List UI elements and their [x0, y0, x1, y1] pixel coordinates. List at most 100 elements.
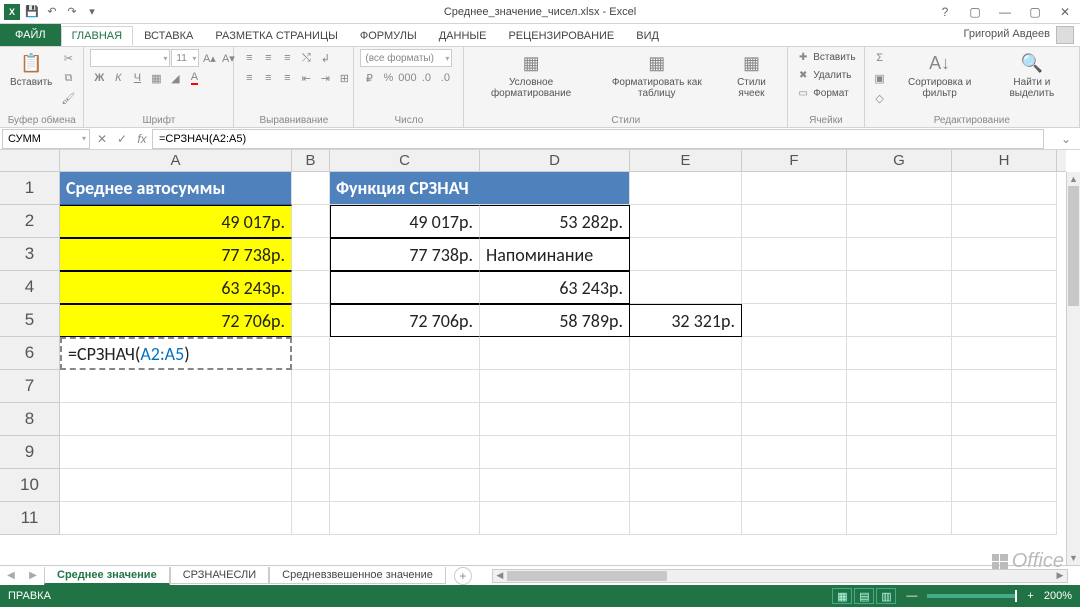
minimize-icon[interactable]: — — [994, 3, 1016, 21]
increase-font-icon[interactable]: A▴ — [200, 49, 218, 67]
cell-H7[interactable] — [952, 370, 1057, 403]
cell-F11[interactable] — [742, 502, 847, 535]
tab-view[interactable]: ВИД — [625, 26, 670, 46]
close-icon[interactable]: ✕ — [1054, 3, 1076, 21]
cell-c3[interactable]: 77 738р. — [330, 238, 480, 271]
cell-g4[interactable] — [847, 271, 952, 304]
cell-A9[interactable] — [60, 436, 292, 469]
maximize-icon[interactable]: ▢ — [1024, 3, 1046, 21]
row-header-7[interactable]: 7 — [0, 370, 59, 403]
cell-G7[interactable] — [847, 370, 952, 403]
tab-file[interactable]: ФАЙЛ — [0, 24, 61, 46]
sheet-tab-2[interactable]: СРЗНАЧЕСЛИ — [170, 567, 269, 584]
tab-insert[interactable]: ВСТАВКА — [133, 26, 204, 46]
col-header-G[interactable]: G — [847, 150, 952, 171]
cell-a3[interactable]: 77 738р. — [60, 238, 292, 271]
border-icon[interactable]: ▦ — [147, 69, 165, 87]
cell-B9[interactable] — [292, 436, 330, 469]
conditional-format-button[interactable]: ▦Условное форматирование — [470, 49, 591, 101]
cell-b6[interactable] — [292, 337, 330, 370]
cell-g1[interactable] — [847, 172, 952, 205]
cell-A11[interactable] — [60, 502, 292, 535]
cell-b4[interactable] — [292, 271, 330, 304]
cell-F10[interactable] — [742, 469, 847, 502]
format-cells-button[interactable]: ▭Формат — [794, 85, 857, 101]
cell-C11[interactable] — [330, 502, 480, 535]
paste-button[interactable]: 📋 Вставить — [6, 49, 56, 90]
cell-styles-button[interactable]: ▦Стили ячеек — [722, 49, 781, 101]
zoom-out-icon[interactable]: — — [906, 590, 917, 602]
cell-D8[interactable] — [480, 403, 630, 436]
cell-B11[interactable] — [292, 502, 330, 535]
cell-E8[interactable] — [630, 403, 742, 436]
tab-layout[interactable]: РАЗМЕТКА СТРАНИЦЫ — [204, 26, 348, 46]
cell-D6[interactable] — [480, 337, 630, 370]
increase-decimal-icon[interactable]: .0 — [417, 69, 435, 87]
cell-h1[interactable] — [952, 172, 1057, 205]
cell-b2[interactable] — [292, 205, 330, 238]
cancel-formula-icon[interactable]: ✕ — [92, 129, 112, 149]
percent-icon[interactable]: % — [379, 69, 397, 87]
cell-B7[interactable] — [292, 370, 330, 403]
cell-C7[interactable] — [330, 370, 480, 403]
autosum-icon[interactable]: Σ — [871, 49, 889, 67]
cell-H8[interactable] — [952, 403, 1057, 436]
row-header-6[interactable]: 6 — [0, 337, 59, 370]
currency-icon[interactable]: ₽ — [360, 69, 378, 87]
cell-a1[interactable]: Среднее автосуммы — [60, 172, 292, 205]
sheet-tab-3[interactable]: Средневзвешенное значение — [269, 567, 446, 584]
cell-e3[interactable] — [630, 238, 742, 271]
view-layout-icon[interactable]: ▤ — [854, 588, 874, 604]
cell-f5[interactable] — [742, 304, 847, 337]
row-header-9[interactable]: 9 — [0, 436, 59, 469]
col-header-D[interactable]: D — [480, 150, 630, 171]
cell-f4[interactable] — [742, 271, 847, 304]
sheet-nav-next-icon[interactable]: ▶ — [22, 570, 44, 581]
sheet-tab-1[interactable]: Среднее значение — [44, 567, 170, 585]
font-color-icon[interactable]: A — [185, 69, 203, 87]
name-box[interactable]: СУММ — [2, 129, 90, 149]
cell-E9[interactable] — [630, 436, 742, 469]
copy-icon[interactable]: ⧉ — [59, 69, 77, 87]
zoom-slider[interactable] — [927, 594, 1017, 598]
cell-e1[interactable] — [630, 172, 742, 205]
align-left-icon[interactable]: ≡ — [240, 69, 258, 87]
col-header-C[interactable]: C — [330, 150, 480, 171]
cell-d5[interactable]: 58 789р. — [480, 304, 630, 337]
cell-c5[interactable]: 72 706р. — [330, 304, 480, 337]
cell-h2[interactable] — [952, 205, 1057, 238]
cell-G8[interactable] — [847, 403, 952, 436]
cell-G11[interactable] — [847, 502, 952, 535]
cell-g5[interactable] — [847, 304, 952, 337]
cell-F7[interactable] — [742, 370, 847, 403]
cell-f1[interactable] — [742, 172, 847, 205]
save-icon[interactable]: 💾 — [24, 4, 40, 20]
cell-g2[interactable] — [847, 205, 952, 238]
cell-f3[interactable] — [742, 238, 847, 271]
cell-A8[interactable] — [60, 403, 292, 436]
zoom-level[interactable]: 200% — [1044, 590, 1072, 602]
cell-a4[interactable]: 63 243р. — [60, 271, 292, 304]
cell-a5[interactable]: 72 706р. — [60, 304, 292, 337]
cell-D9[interactable] — [480, 436, 630, 469]
font-size-combo[interactable]: 11 — [171, 49, 199, 67]
cell-B8[interactable] — [292, 403, 330, 436]
cell-H10[interactable] — [952, 469, 1057, 502]
help-icon[interactable]: ? — [934, 3, 956, 21]
cell-b5[interactable] — [292, 304, 330, 337]
underline-icon[interactable]: Ч — [128, 69, 146, 87]
formula-input[interactable]: =СРЗНАЧ(A2:A5) — [152, 129, 1044, 149]
indent-inc-icon[interactable]: ⇥ — [316, 69, 334, 87]
horizontal-scrollbar[interactable]: ◀ ▶ — [492, 569, 1068, 583]
cell-A10[interactable] — [60, 469, 292, 502]
number-format-combo[interactable]: (все форматы) — [360, 49, 452, 67]
font-family-combo[interactable] — [90, 49, 170, 67]
tab-formulas[interactable]: ФОРМУЛЫ — [349, 26, 428, 46]
comma-icon[interactable]: 000 — [398, 69, 416, 87]
undo-icon[interactable]: ↶ — [44, 4, 60, 20]
align-top-icon[interactable]: ≡ — [240, 49, 258, 67]
align-center-icon[interactable]: ≡ — [259, 69, 277, 87]
cell-b1[interactable] — [292, 172, 330, 205]
avatar[interactable] — [1056, 26, 1074, 44]
cell-a2[interactable]: 49 017р. — [60, 205, 292, 238]
